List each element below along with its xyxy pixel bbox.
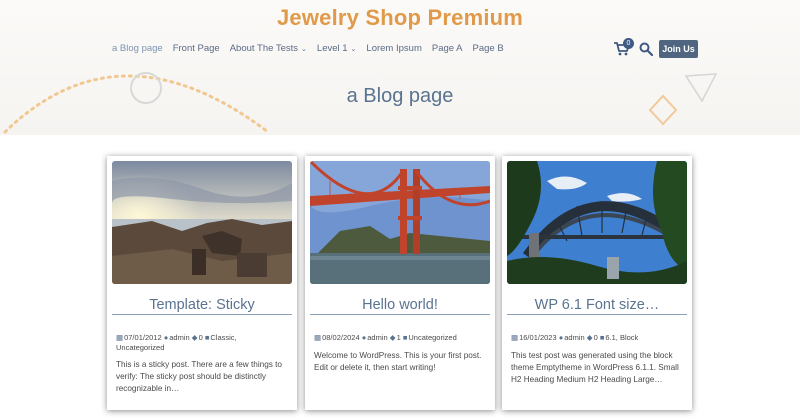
nav-item-page-a[interactable]: Page A xyxy=(432,43,463,54)
nav-label: Level 1 xyxy=(316,43,348,54)
post-comments[interactable]: 1 xyxy=(397,333,401,342)
post-comments[interactable]: 0 xyxy=(199,333,203,342)
title-divider xyxy=(112,314,292,315)
post-thumbnail[interactable] xyxy=(507,161,687,284)
post-category[interactable]: Uncategorized xyxy=(408,333,456,342)
post-meta: ▦07/01/2012 ●admin ◆0 ■Classic, Uncatego… xyxy=(116,333,292,353)
user-icon: ● xyxy=(361,333,367,342)
chevron-down-icon: ⌄ xyxy=(350,46,357,53)
post-date[interactable]: 08/02/2024 xyxy=(322,333,360,342)
post-card: Hello world! ▦08/02/2024 ●admin ◆1 ■Unca… xyxy=(305,156,495,410)
comments-icon: ◆ xyxy=(191,333,198,342)
nav-item-front-page[interactable]: Front Page xyxy=(173,43,220,54)
post-date[interactable]: 16/01/2023 xyxy=(519,333,557,342)
calendar-icon: ▦ xyxy=(511,333,519,342)
nav-item-page-b[interactable]: Page B xyxy=(473,43,504,54)
post-date[interactable]: 07/01/2012 xyxy=(124,333,162,342)
nav-label: a Blog page xyxy=(112,43,163,54)
nav-label: Lorem Ipsum xyxy=(366,43,422,54)
calendar-icon: ▦ xyxy=(314,333,322,342)
post-excerpt: This test post was generated using the b… xyxy=(511,351,679,384)
nav-item-about-the-tests[interactable]: About The Tests ⌄ xyxy=(230,43,307,54)
nav-label: Front Page xyxy=(172,43,220,54)
folder-icon: ■ xyxy=(402,333,408,342)
post-author[interactable]: admin xyxy=(367,333,387,342)
nav-item-lorem-ipsum[interactable]: Lorem Ipsum xyxy=(366,43,421,54)
cart-count-badge: 0 xyxy=(623,38,634,49)
nav-label: Page B xyxy=(472,43,504,54)
post-excerpt: This is a sticky post. There are a few t… xyxy=(116,360,282,393)
nav-item-level-1[interactable]: Level 1 ⌄ xyxy=(317,43,357,54)
calendar-icon: ▦ xyxy=(116,333,124,342)
page-title: a Blog page xyxy=(346,85,454,107)
post-title-link[interactable]: WP 6.1 Font size… xyxy=(502,297,692,313)
site-title[interactable]: Jewelry Shop Premium xyxy=(0,5,800,31)
user-icon: ● xyxy=(163,333,169,342)
post-meta: ▦08/02/2024 ●admin ◆1 ■Uncategorized xyxy=(314,333,490,343)
post-author[interactable]: admin xyxy=(564,333,584,342)
user-icon: ● xyxy=(558,333,564,342)
nav-label: Page A xyxy=(431,43,463,54)
comments-icon: ◆ xyxy=(389,333,396,342)
post-category[interactable]: 6.1, Block xyxy=(605,333,638,342)
post-thumbnail[interactable] xyxy=(310,161,490,284)
folder-icon: ■ xyxy=(599,333,605,342)
post-title-link[interactable]: Template: Sticky xyxy=(107,297,297,313)
nav-label: About The Tests xyxy=(229,43,299,54)
post-card: WP 6.1 Font size… ▦16/01/2023 ●admin ◆0 … xyxy=(502,156,692,410)
main-nav: a Blog page Front Page About The Tests ⌄ … xyxy=(112,43,514,54)
post-category[interactable]: Uncategorized xyxy=(116,343,164,352)
join-us-button[interactable]: Join Us xyxy=(659,40,698,58)
chevron-down-icon: ⌄ xyxy=(301,46,307,53)
post-excerpt: Welcome to WordPress. This is your first… xyxy=(314,351,482,372)
folder-icon: ■ xyxy=(204,333,210,342)
post-thumbnail[interactable] xyxy=(112,161,292,284)
post-title-link[interactable]: Hello world! xyxy=(305,297,495,313)
post-comments[interactable]: 0 xyxy=(594,333,598,342)
comments-icon: ◆ xyxy=(586,333,593,342)
title-divider xyxy=(310,314,490,315)
post-author[interactable]: admin xyxy=(169,333,189,342)
post-card: Template: Sticky ▦07/01/2012 ●admin ◆0 ■… xyxy=(107,156,297,410)
search-icon[interactable] xyxy=(639,42,653,56)
post-category[interactable]: Classic, xyxy=(210,333,236,342)
title-divider xyxy=(507,314,687,315)
nav-item-blog[interactable]: a Blog page xyxy=(112,43,163,54)
post-meta: ▦16/01/2023 ●admin ◆0 ■6.1, Block xyxy=(511,333,687,343)
